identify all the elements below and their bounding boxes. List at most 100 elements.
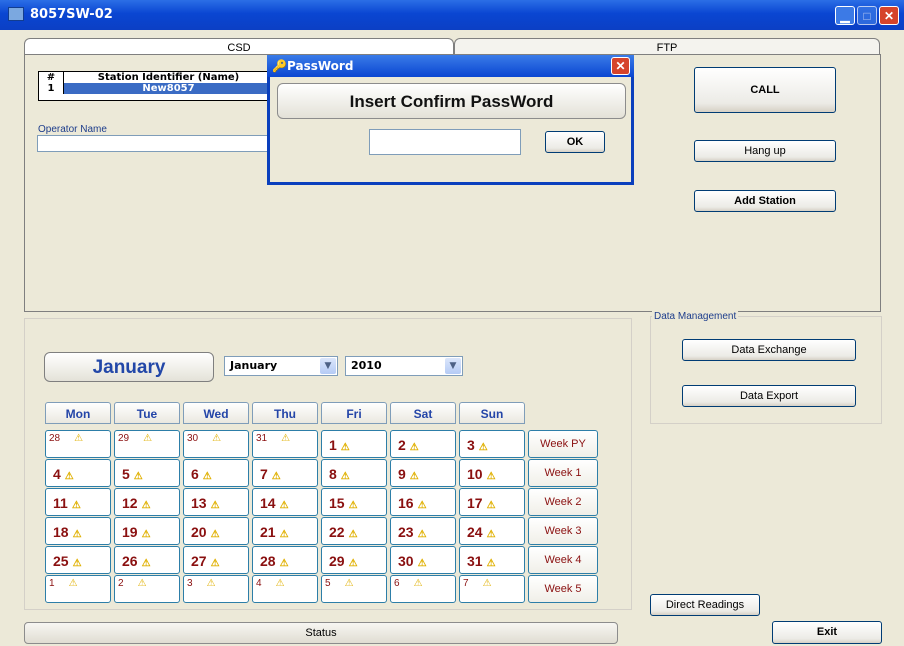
- calendar-day-cell[interactable]: 20 ⚠: [183, 517, 249, 545]
- week-button[interactable]: Week 3: [528, 517, 598, 545]
- operator-name-label: Operator Name: [38, 124, 107, 135]
- data-export-button[interactable]: Data Export: [682, 385, 856, 407]
- calendar-day-cell[interactable]: 26 ⚠: [114, 546, 180, 574]
- warning-icon: ⚠: [64, 471, 74, 482]
- calendar-day-cell[interactable]: 31 ⚠: [252, 430, 318, 458]
- calendar-day-cell[interactable]: 6 ⚠: [390, 575, 456, 603]
- day-number: 20: [191, 524, 207, 540]
- warning-icon: ⚠: [74, 433, 84, 444]
- calendar-day-cell[interactable]: 31 ⚠: [459, 546, 525, 574]
- week-button[interactable]: Week PY: [528, 430, 598, 458]
- data-exchange-button[interactable]: Data Exchange: [682, 339, 856, 361]
- calendar-day-cell[interactable]: 24 ⚠: [459, 517, 525, 545]
- calendar-day-cell[interactable]: 30 ⚠: [390, 546, 456, 574]
- warning-icon: ⚠: [210, 558, 220, 569]
- warning-icon: ⚠: [281, 433, 291, 444]
- day-number: 4: [53, 466, 61, 482]
- calendar-day-cell[interactable]: 6 ⚠: [183, 459, 249, 487]
- direct-readings-button[interactable]: Direct Readings: [650, 594, 760, 616]
- warning-icon: ⚠: [482, 578, 492, 589]
- row-station-name[interactable]: New8057: [64, 83, 273, 94]
- calendar-day-cell[interactable]: 5 ⚠: [114, 459, 180, 487]
- day-number: 21: [260, 524, 276, 540]
- calendar-day-cell[interactable]: 8 ⚠: [321, 459, 387, 487]
- table-row[interactable]: 1 New8057: [39, 83, 273, 94]
- calendar-day-cell[interactable]: 19 ⚠: [114, 517, 180, 545]
- dialog-title-bar[interactable]: 🔑 PassWord: [267, 55, 634, 77]
- calendar-day-cell[interactable]: 9 ⚠: [390, 459, 456, 487]
- warning-icon: ⚠: [340, 442, 350, 453]
- key-icon: 🔑: [272, 59, 287, 73]
- data-management-label: Data Management: [652, 311, 739, 322]
- hang-up-button[interactable]: Hang up: [694, 140, 836, 162]
- calendar-day-cell[interactable]: 28 ⚠: [45, 430, 111, 458]
- day-number: 29: [329, 553, 345, 569]
- year-select-value: 2010: [351, 359, 382, 372]
- calendar-day-cell[interactable]: 27 ⚠: [183, 546, 249, 574]
- week-button[interactable]: Week 5: [528, 575, 598, 603]
- day-number: 12: [122, 495, 138, 511]
- station-table[interactable]: # Station Identifier (Name) 1 New8057: [38, 71, 274, 101]
- calendar-day-cell[interactable]: 29 ⚠: [321, 546, 387, 574]
- week-button[interactable]: Week 1: [528, 459, 598, 487]
- calendar-day-cell[interactable]: 1 ⚠: [321, 430, 387, 458]
- title-bar[interactable]: 8057SW-02 ▁ □ ✕: [0, 0, 904, 30]
- calendar-day-cell[interactable]: 14 ⚠: [252, 488, 318, 516]
- warning-icon: ⚠: [279, 500, 289, 511]
- calendar-day-cell[interactable]: 15 ⚠: [321, 488, 387, 516]
- warning-icon: ⚠: [275, 578, 285, 589]
- close-button[interactable]: ✕: [879, 6, 899, 25]
- calendar-day-cell[interactable]: 13 ⚠: [183, 488, 249, 516]
- ok-button[interactable]: OK: [545, 131, 605, 153]
- warning-icon: ⚠: [417, 500, 427, 511]
- calendar-day-cell[interactable]: 22 ⚠: [321, 517, 387, 545]
- calendar-day-cell[interactable]: 23 ⚠: [390, 517, 456, 545]
- calendar-day-cell[interactable]: 10 ⚠: [459, 459, 525, 487]
- day-header: Wed: [183, 402, 249, 424]
- day-number: 31: [467, 553, 483, 569]
- calendar-day-cell[interactable]: 16 ⚠: [390, 488, 456, 516]
- calendar-day-cell[interactable]: 2 ⚠: [114, 575, 180, 603]
- week-button[interactable]: Week 2: [528, 488, 598, 516]
- calendar-day-cell[interactable]: 7 ⚠: [252, 459, 318, 487]
- maximize-button[interactable]: □: [857, 6, 877, 25]
- day-number: 17: [467, 495, 483, 511]
- calendar-day-cell[interactable]: 21 ⚠: [252, 517, 318, 545]
- calendar-day-cell[interactable]: 11 ⚠: [45, 488, 111, 516]
- day-number: 30: [187, 433, 199, 444]
- calendar-day-cell[interactable]: 30 ⚠: [183, 430, 249, 458]
- calendar-day-cell[interactable]: 1 ⚠: [45, 575, 111, 603]
- month-select[interactable]: January ▼: [224, 356, 338, 376]
- month-title: January: [44, 352, 214, 382]
- calendar-day-cell[interactable]: 28 ⚠: [252, 546, 318, 574]
- minimize-button[interactable]: ▁: [835, 6, 855, 25]
- status-bar: Status: [24, 622, 618, 644]
- calendar-day-cell[interactable]: 18 ⚠: [45, 517, 111, 545]
- calendar-day-cell[interactable]: 12 ⚠: [114, 488, 180, 516]
- calendar-day-cell[interactable]: 17 ⚠: [459, 488, 525, 516]
- chevron-down-icon[interactable]: ▼: [320, 358, 336, 374]
- calendar-day-cell[interactable]: 5 ⚠: [321, 575, 387, 603]
- year-select[interactable]: 2010 ▼: [345, 356, 463, 376]
- calendar-day-cell[interactable]: 2 ⚠: [390, 430, 456, 458]
- chevron-down-icon[interactable]: ▼: [445, 358, 461, 374]
- dialog-close-button[interactable]: ✕: [611, 57, 630, 75]
- warning-icon: ⚠: [348, 558, 358, 569]
- calendar-day-cell[interactable]: 4 ⚠: [45, 459, 111, 487]
- call-button[interactable]: CALL: [694, 67, 836, 113]
- week-button[interactable]: Week 4: [528, 546, 598, 574]
- day-number: 10: [467, 466, 483, 482]
- calendar-day-cell[interactable]: 3 ⚠: [183, 575, 249, 603]
- exit-button[interactable]: Exit: [772, 621, 882, 644]
- calendar-day-cell[interactable]: 25 ⚠: [45, 546, 111, 574]
- calendar-day-cell[interactable]: 29 ⚠: [114, 430, 180, 458]
- calendar-day-cell[interactable]: 7 ⚠: [459, 575, 525, 603]
- operator-name-input[interactable]: [37, 135, 269, 152]
- calendar-day-cell[interactable]: 3 ⚠: [459, 430, 525, 458]
- calendar-day-cell[interactable]: 4 ⚠: [252, 575, 318, 603]
- add-station-button[interactable]: Add Station: [694, 190, 836, 212]
- day-header: Fri: [321, 402, 387, 424]
- day-header: Sun: [459, 402, 525, 424]
- warning-icon: ⚠: [71, 500, 81, 511]
- password-input[interactable]: [369, 129, 521, 155]
